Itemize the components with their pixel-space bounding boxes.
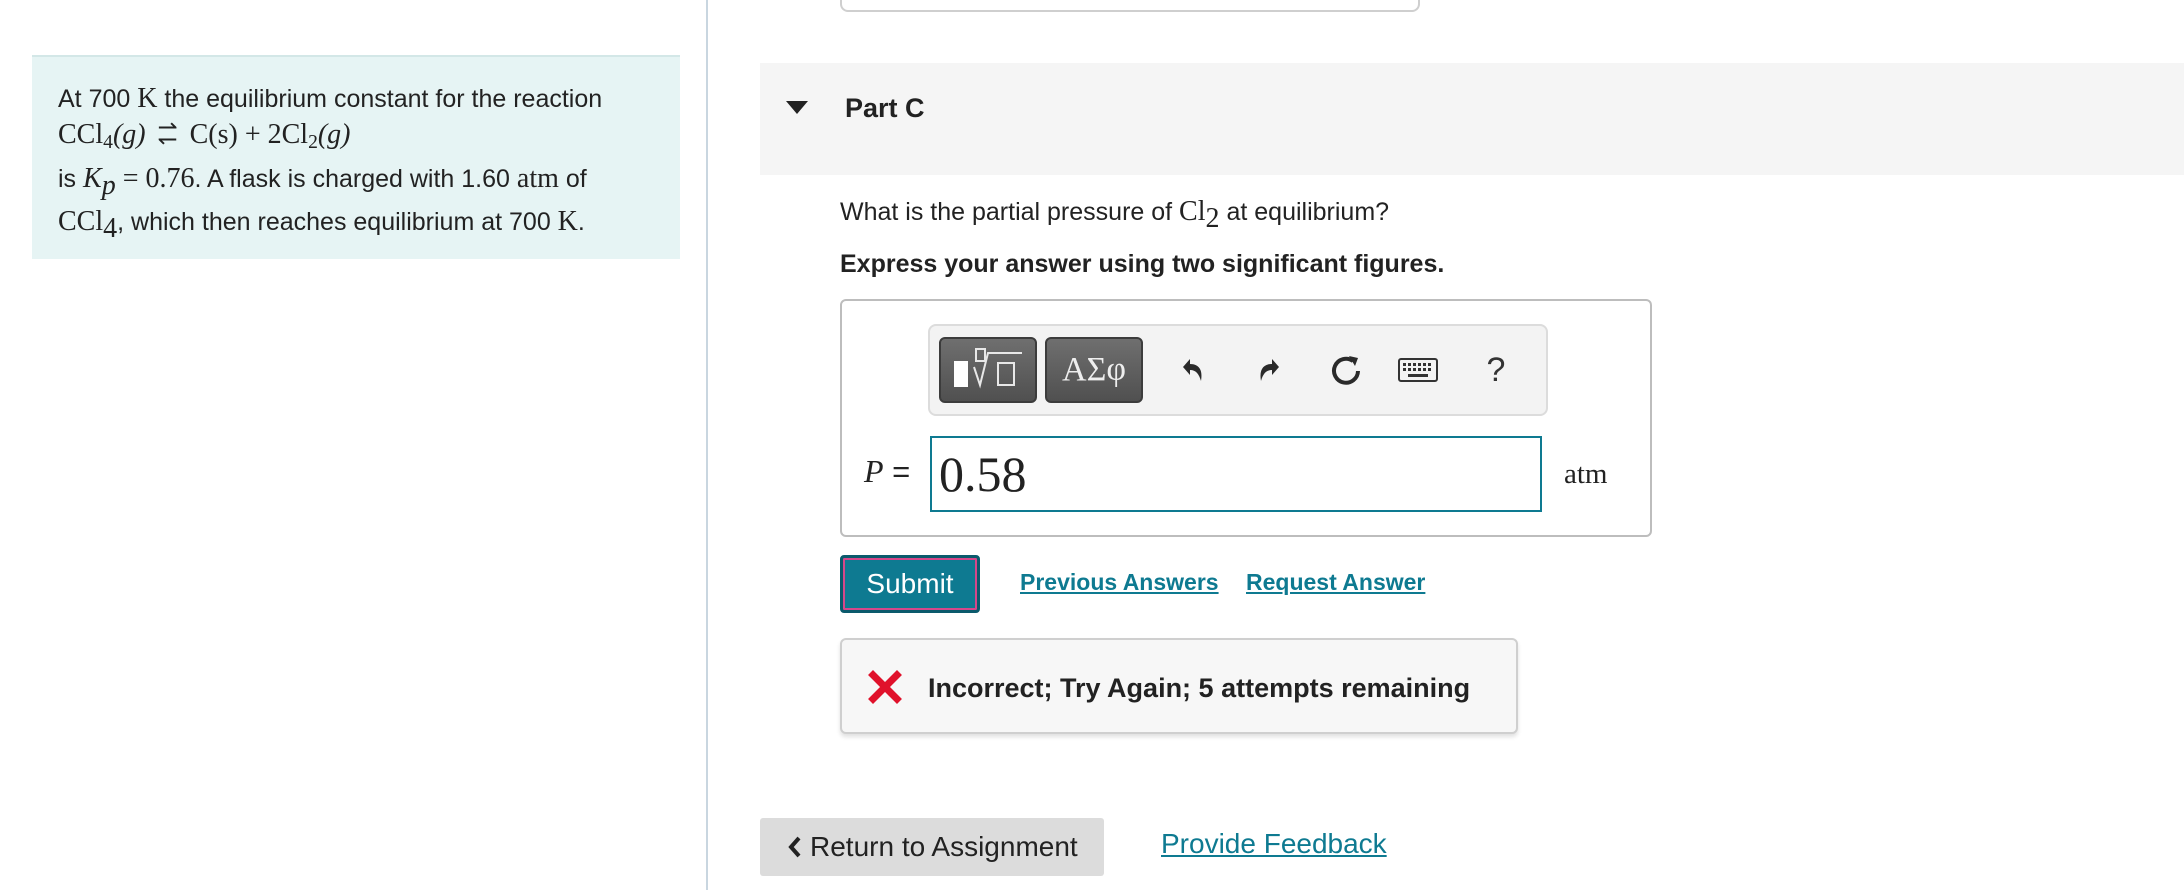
math-toolbar: ΑΣφ ? — [928, 324, 1548, 416]
problem-text: . A flask is charged with 1.60 — [194, 164, 517, 193]
submit-button[interactable]: Submit — [840, 555, 980, 613]
answer-input[interactable] — [930, 436, 1542, 512]
problem-text: At 700 — [58, 85, 138, 113]
problem-text: of — [558, 164, 587, 193]
unit-kelvin: K — [557, 205, 578, 237]
previous-answers-link[interactable]: Previous Answers — [1020, 569, 1219, 596]
problem-text: is — [58, 164, 83, 193]
question-species: Cl — [1179, 196, 1206, 227]
part-header[interactable]: Part C — [760, 63, 2184, 175]
templates-icon — [954, 348, 1022, 389]
reaction-equation: CCl4(g) ⇀ ↽ C(s) + 2Cl2(g) — [58, 114, 654, 161]
product-formula: C(s) + 2Cl — [189, 119, 309, 150]
answer-variable-label: P = — [864, 453, 910, 490]
greek-symbols-button[interactable]: ΑΣφ — [1045, 337, 1143, 403]
unit-atm: atm — [516, 162, 559, 194]
problem-line-1: At 700 K the equilibrium constant for th… — [58, 81, 654, 117]
feedback-message: Incorrect; Try Again; 5 attempts remaini… — [928, 673, 1471, 703]
unit-label: atm — [1564, 458, 1608, 490]
return-to-assignment-button[interactable]: Return to Assignment — [760, 818, 1104, 876]
help-icon[interactable]: ? — [1476, 348, 1516, 392]
kp-subscript: p — [101, 169, 116, 201]
reactant-phase: (g) — [112, 119, 146, 150]
question-text: What is the partial pressure of Cl2 at e… — [840, 196, 1389, 235]
problem-line-4: CCl4, which then reaches equilibrium at … — [58, 204, 654, 247]
previous-part-box — [840, 0, 1420, 12]
variable-symbol: P — [864, 453, 884, 489]
templates-button[interactable] — [939, 337, 1037, 403]
keyboard-icon[interactable] — [1394, 348, 1442, 392]
problem-text: , which then reaches equilibrium at 700 — [117, 207, 558, 236]
chevron-left-icon — [788, 836, 801, 858]
equals-sign: = — [883, 454, 911, 489]
kp-symbol: K — [83, 162, 102, 194]
feedback-box: Incorrect; Try Again; 5 attempts remaini… — [840, 638, 1518, 734]
return-label: Return to Assignment — [810, 831, 1078, 862]
request-answer-link[interactable]: Request Answer — [1246, 569, 1425, 596]
species-subscript: 4 — [103, 212, 118, 244]
equilibrium-arrow-icon: ⇀ ↽ — [157, 114, 178, 153]
question-species-subscript: 2 — [1205, 203, 1220, 234]
product-phase: (g) — [317, 119, 351, 150]
problem-text: . — [577, 207, 585, 236]
instruction-text: Express your answer using two significan… — [840, 250, 1445, 278]
answer-box: ΑΣφ ? P = atm — [840, 299, 1652, 537]
pane-divider — [706, 0, 708, 890]
species-formula: CCl — [58, 205, 104, 237]
reactant-subscript: 4 — [103, 131, 113, 153]
question-suffix: at equilibrium? — [1219, 198, 1390, 226]
problem-statement: At 700 K the equilibrium constant for th… — [32, 55, 680, 259]
part-title: Part C — [845, 93, 925, 123]
reset-icon[interactable] — [1322, 348, 1370, 392]
reactant-formula: CCl — [58, 119, 104, 150]
problem-line-3: is Kp = 0.76. A flask is charged with 1.… — [58, 161, 654, 204]
undo-icon[interactable] — [1170, 348, 1214, 392]
question-prefix: What is the partial pressure of — [840, 198, 1180, 226]
redo-icon[interactable] — [1248, 348, 1292, 392]
collapse-caret-icon[interactable] — [786, 101, 808, 114]
product-subscript: 2 — [308, 131, 318, 153]
error-x-icon — [868, 670, 902, 704]
provide-feedback-link[interactable]: Provide Feedback — [1161, 828, 1387, 860]
kp-value: = 0.76 — [115, 162, 195, 194]
problem-text: the equilibrium constant for the reactio… — [157, 85, 603, 113]
unit-kelvin: K — [137, 83, 158, 114]
